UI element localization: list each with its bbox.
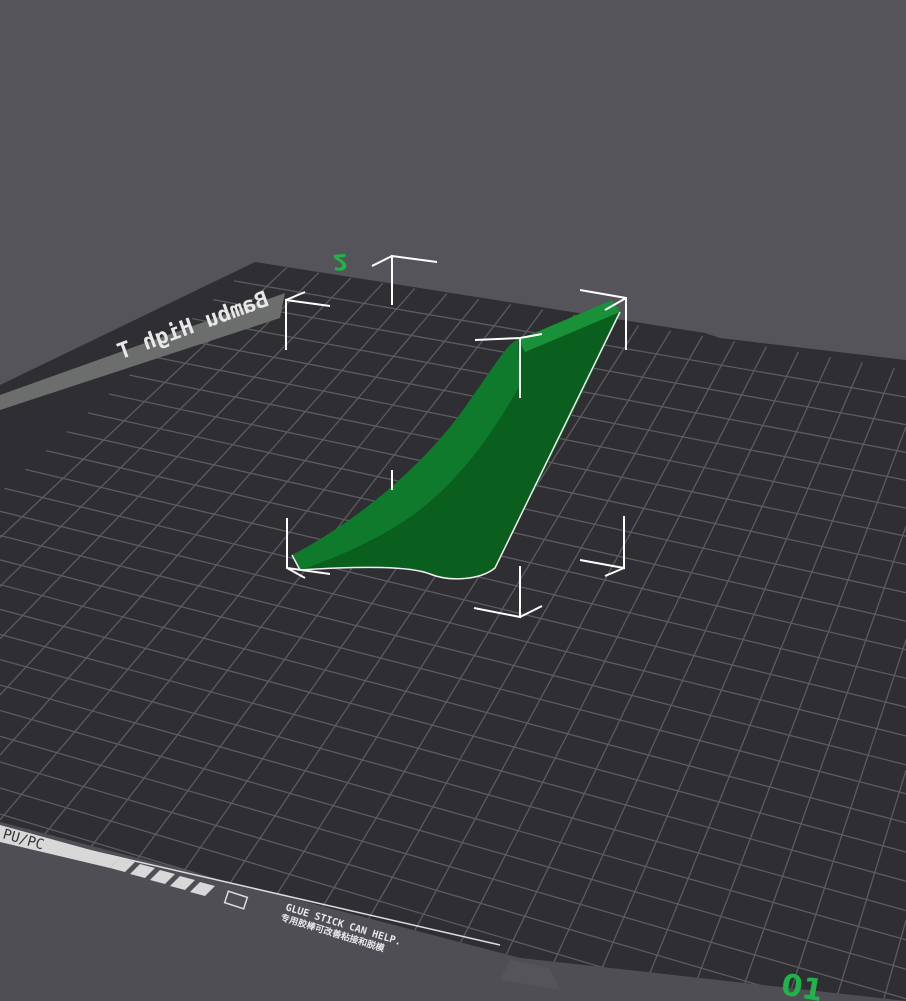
3d-viewport[interactable]: Bambu High T PU/PC GLUE STICK CAN HELP. … xyxy=(0,0,906,1001)
axis-label: 2 xyxy=(331,248,348,274)
build-plate-scene[interactable]: Bambu High T PU/PC GLUE STICK CAN HELP. … xyxy=(0,0,906,1001)
plate-number: 01 xyxy=(779,967,826,1001)
